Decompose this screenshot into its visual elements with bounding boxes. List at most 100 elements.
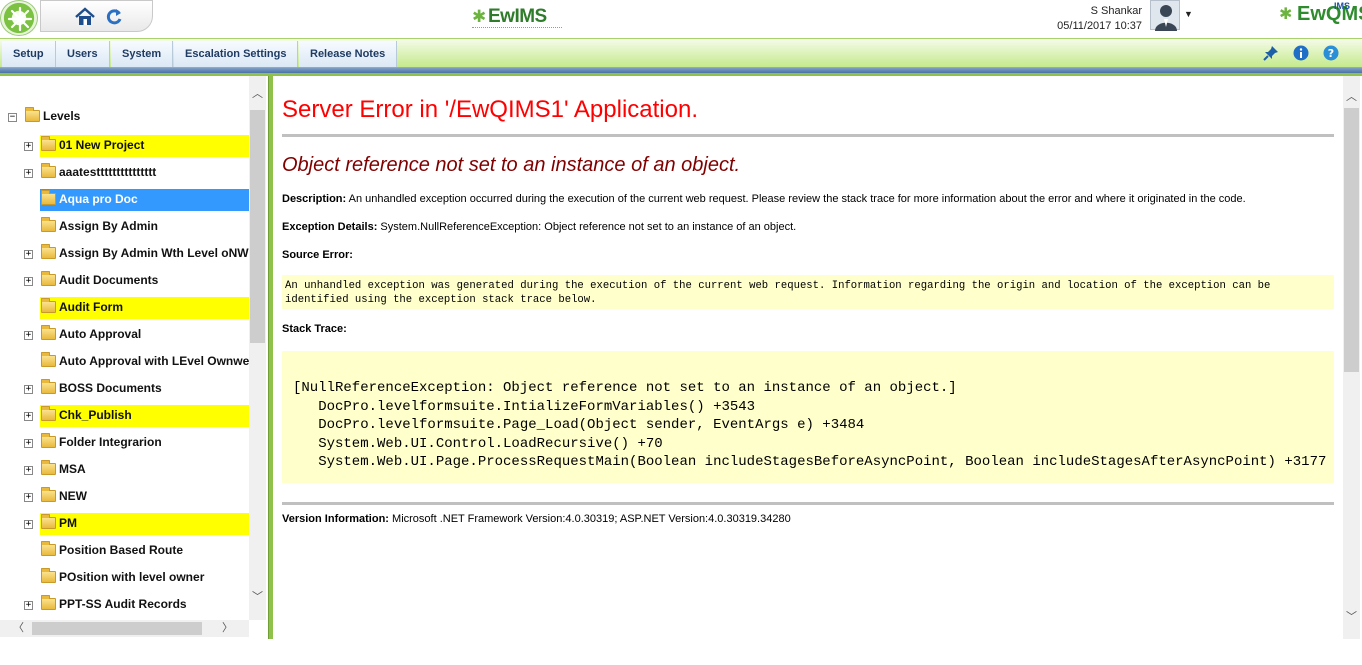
- svg-text:?: ?: [1328, 47, 1334, 60]
- tree-item-label[interactable]: POsition with level owner: [59, 570, 249, 584]
- expand-icon[interactable]: +: [24, 466, 33, 475]
- tree-item[interactable]: Audit Form: [0, 297, 250, 321]
- folder-icon: [41, 568, 56, 583]
- content-vertical-scrollbar[interactable]: ︿ ﹀: [1343, 76, 1360, 639]
- tree-item[interactable]: + PPT-SS Audit Records: [0, 595, 250, 618]
- stack-line: System.Web.UI.Control.LoadRecursive() +7…: [293, 435, 663, 452]
- tree-item[interactable]: + Audit Documents: [0, 271, 250, 294]
- tree-item[interactable]: + aaatesttttttttttttttt: [0, 163, 250, 186]
- tree-item[interactable]: + BOSS Documents: [0, 379, 250, 402]
- tree-item-label[interactable]: Audit Form: [59, 300, 249, 314]
- expand-icon[interactable]: +: [24, 412, 33, 421]
- tree-item-label[interactable]: aaatesttttttttttttttt: [59, 165, 249, 179]
- folder-icon: [41, 595, 56, 610]
- tree-item[interactable]: + MSA: [0, 460, 250, 483]
- brand-tagline: [472, 27, 562, 30]
- tree-item-label[interactable]: Chk_Publish: [59, 408, 249, 422]
- tree-item[interactable]: + Chk_Publish: [0, 405, 250, 429]
- scrollbar-thumb[interactable]: [250, 110, 265, 343]
- folder-icon: [41, 352, 56, 367]
- quick-nav-pill: [40, 0, 153, 32]
- tree-item-label[interactable]: BOSS Documents: [59, 381, 249, 395]
- tree-item-label[interactable]: 01 New Project: [59, 138, 249, 152]
- tree-item-label[interactable]: Audit Documents: [59, 273, 249, 287]
- expand-icon[interactable]: +: [24, 331, 33, 340]
- tree-item-label[interactable]: PPT-SS Audit Records: [59, 597, 249, 611]
- tree-item-label[interactable]: Position Based Route: [59, 543, 249, 557]
- stack-trace-label: Stack Trace:: [282, 323, 347, 335]
- expand-icon[interactable]: +: [24, 142, 33, 151]
- scroll-down-icon[interactable]: ﹀: [249, 589, 266, 606]
- source-error-line: An unhandled exception was generated dur…: [285, 280, 1271, 292]
- expand-icon[interactable]: +: [24, 250, 33, 259]
- tree-horizontal-scrollbar[interactable]: 〈 〉: [0, 620, 249, 637]
- user-name: S Shankar: [1090, 5, 1142, 17]
- menu-escalation-settings[interactable]: Escalation Settings: [174, 41, 299, 67]
- home-icon[interactable]: [74, 6, 96, 28]
- stack-trace-box: [NullReferenceException: Object referenc…: [282, 351, 1334, 483]
- expand-icon[interactable]: +: [24, 385, 33, 394]
- tree-item-label[interactable]: MSA: [59, 462, 249, 476]
- tree-item-label[interactable]: Folder Integrarion: [59, 435, 249, 449]
- scroll-left-icon[interactable]: 〈: [10, 620, 27, 637]
- pin-icon[interactable]: [1263, 45, 1279, 61]
- chevron-down-icon[interactable]: ▼: [1184, 9, 1193, 19]
- source-error-line: identified using the exception stack tra…: [285, 294, 597, 306]
- source-error-label: Source Error:: [282, 249, 353, 261]
- tree-item-label[interactable]: PM: [59, 516, 249, 530]
- scroll-up-icon[interactable]: ︿: [1343, 89, 1360, 106]
- folder-icon: [41, 487, 56, 502]
- menu-release-notes[interactable]: Release Notes: [299, 41, 398, 67]
- tree-item-label[interactable]: NEW: [59, 489, 249, 503]
- expand-icon[interactable]: +: [24, 520, 33, 529]
- version-text: Microsoft .NET Framework Version:4.0.303…: [388, 513, 791, 525]
- tree-item[interactable]: Aqua pro Doc: [0, 189, 250, 213]
- tree-root[interactable]: − Levels: [0, 107, 250, 130]
- description-label: Description:: [282, 193, 347, 205]
- user-datetime: 05/11/2017 10:37: [1057, 20, 1142, 32]
- tree-item[interactable]: + Auto Approval: [0, 325, 250, 348]
- tree-vertical-scrollbar[interactable]: ︿ ﹀: [249, 76, 266, 620]
- expand-icon[interactable]: +: [24, 601, 33, 610]
- top-header: ✱ EwIMS S Shankar 05/11/2017 10:37 ▼ ✱ E…: [0, 0, 1362, 38]
- tree-root-label[interactable]: Levels: [43, 109, 233, 123]
- scrollbar-thumb[interactable]: [1344, 108, 1359, 372]
- expand-icon[interactable]: +: [24, 277, 33, 286]
- tree-item[interactable]: Position Based Route: [0, 541, 250, 564]
- tree-item[interactable]: + PM: [0, 513, 250, 537]
- avatar[interactable]: [1150, 0, 1180, 31]
- tree-item-label[interactable]: Auto Approval with LEvel Ownwe: [59, 354, 249, 368]
- menu-bar: Setup Users System Escalation Settings R…: [0, 38, 1362, 68]
- expand-icon[interactable]: +: [24, 439, 33, 448]
- tree-item[interactable]: Assign By Admin: [0, 217, 250, 240]
- tree-item[interactable]: + NEW: [0, 487, 250, 510]
- tree-item-label[interactable]: Assign By Admin: [59, 219, 249, 233]
- folder-icon: [41, 433, 56, 448]
- scroll-down-icon[interactable]: ﹀: [1343, 609, 1360, 626]
- folder-icon: [41, 406, 56, 421]
- app-logo-icon[interactable]: [0, 0, 38, 36]
- tree-item[interactable]: + Assign By Admin Wth Level oNW: [0, 244, 250, 267]
- scroll-right-icon[interactable]: 〉: [219, 620, 236, 637]
- info-icon[interactable]: [1293, 45, 1309, 61]
- refresh-icon[interactable]: [104, 7, 124, 27]
- tree-item-label[interactable]: Assign By Admin Wth Level oNW: [59, 246, 249, 260]
- tree-item[interactable]: +01 New Project: [0, 135, 250, 159]
- page-title: Server Error in '/EwQIMS1' Application.: [282, 96, 698, 123]
- tree-item[interactable]: Auto Approval with LEvel Ownwe: [0, 352, 250, 375]
- scrollbar-thumb[interactable]: [32, 622, 202, 635]
- exception-text: System.NullReferenceException: Object re…: [377, 221, 797, 233]
- scroll-up-icon[interactable]: ︿: [249, 86, 266, 103]
- menu-users[interactable]: Users: [56, 41, 110, 67]
- tree-item-label[interactable]: Aqua pro Doc: [59, 192, 249, 206]
- expand-icon[interactable]: +: [24, 493, 33, 502]
- collapse-icon[interactable]: −: [8, 113, 17, 122]
- help-icon[interactable]: ?: [1323, 45, 1339, 61]
- menu-system[interactable]: System: [111, 41, 174, 67]
- menu-setup[interactable]: Setup: [2, 41, 56, 67]
- tree-item-label[interactable]: Auto Approval: [59, 327, 249, 341]
- tree-item[interactable]: + Folder Integrarion: [0, 433, 250, 456]
- tree-item[interactable]: POsition with level owner: [0, 568, 250, 591]
- expand-icon[interactable]: +: [24, 169, 33, 178]
- bottom-strip: [0, 639, 1362, 665]
